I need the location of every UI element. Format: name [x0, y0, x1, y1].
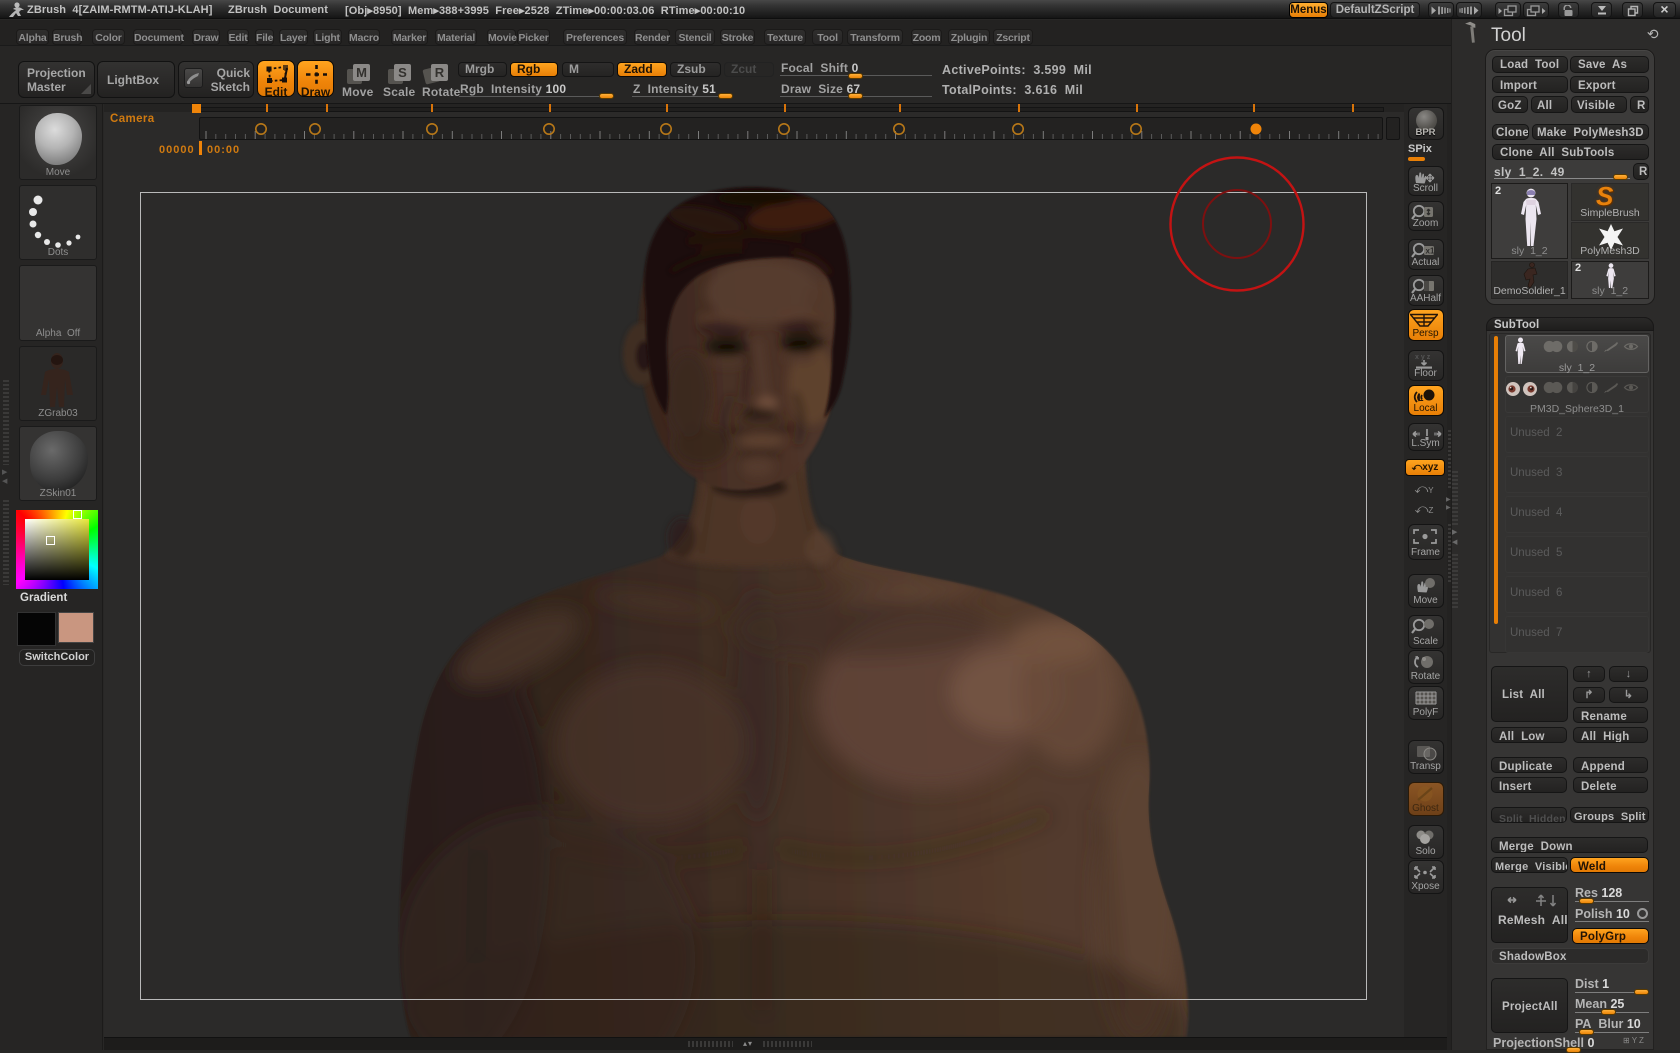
svg-text:x1: x1 [1425, 247, 1434, 256]
svg-text:L: L [1418, 393, 1424, 403]
svg-text:xyz: xyz [1415, 354, 1432, 361]
